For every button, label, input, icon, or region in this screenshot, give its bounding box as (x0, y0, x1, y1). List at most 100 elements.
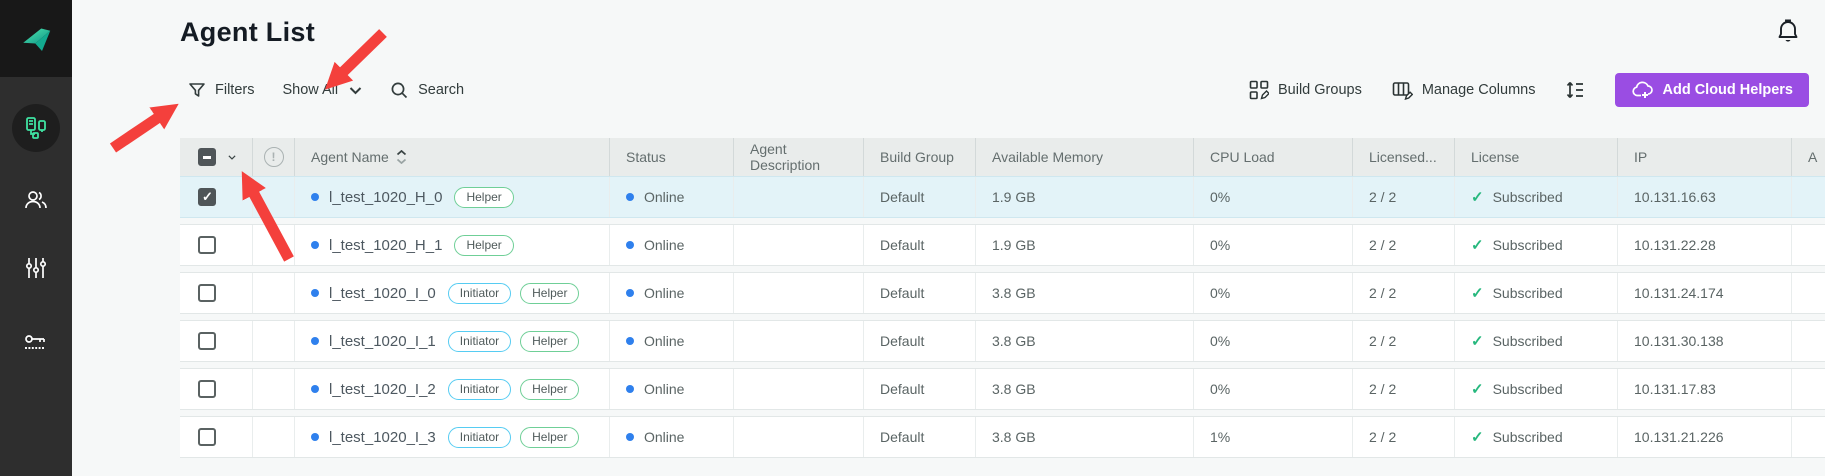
online-dot-icon (626, 385, 634, 393)
sidebar-item-users[interactable] (12, 176, 60, 224)
table-row[interactable]: l_test_1020_I_3 InitiatorHelper Online D… (180, 416, 1825, 458)
column-header-ip[interactable]: IP (1618, 138, 1792, 176)
select-all-checkbox[interactable] (198, 148, 216, 166)
cpu-load: 0% (1194, 177, 1353, 217)
extra-cell (1792, 225, 1825, 265)
status-cell: Online (610, 225, 734, 265)
license-cell: ✓ Subscribed (1455, 273, 1618, 313)
search-icon (390, 81, 409, 100)
build-groups-button[interactable]: Build Groups (1249, 80, 1362, 100)
table-row[interactable]: l_test_1020_H_1 Helper Online Default 1.… (180, 224, 1825, 266)
chevron-down-icon (349, 86, 362, 95)
notifications-button[interactable] (1774, 18, 1802, 46)
agent-name: l_test_1020_I_1 (329, 333, 436, 350)
manage-columns-button[interactable]: Manage Columns (1392, 80, 1536, 100)
add-cloud-helpers-button[interactable]: Add Cloud Helpers (1615, 73, 1809, 107)
status-cell: Online (610, 369, 734, 409)
check-icon: ✓ (1471, 428, 1484, 446)
build-groups-icon (1249, 80, 1269, 100)
check-icon: ✓ (1471, 188, 1484, 206)
column-header-description[interactable]: Agent Description (734, 138, 864, 176)
sliders-icon (23, 255, 49, 281)
row-checkbox[interactable] (198, 188, 216, 206)
agent-description (734, 177, 864, 217)
search-button[interactable]: Search (390, 81, 464, 100)
status-label: Online (644, 189, 684, 205)
build-group: Default (864, 321, 976, 361)
online-dot-icon (626, 241, 634, 249)
cpu-load: 0% (1194, 273, 1353, 313)
agent-dot-icon (311, 385, 319, 393)
status-cell: Online (610, 417, 734, 457)
row-checkbox[interactable] (198, 236, 216, 254)
available-memory: 3.8 GB (976, 273, 1194, 313)
row-checkbox[interactable] (198, 284, 216, 302)
row-checkbox[interactable] (198, 332, 216, 350)
online-dot-icon (626, 337, 634, 345)
role-badges: InitiatorHelper (448, 379, 580, 400)
sort-icon[interactable] (396, 150, 407, 164)
cpu-load: 1% (1194, 417, 1353, 457)
chevron-down-icon[interactable] (228, 153, 236, 162)
ip-address: 10.131.22.28 (1618, 225, 1792, 265)
show-all-label: Show All (282, 82, 338, 98)
column-header-agent-name[interactable]: Agent Name (295, 138, 610, 176)
status-cell: Online (610, 273, 734, 313)
table-row[interactable]: l_test_1020_I_2 InitiatorHelper Online D… (180, 368, 1825, 410)
cpu-load: 0% (1194, 225, 1353, 265)
table-row[interactable]: l_test_1020_H_0 Helper Online Default 1.… (180, 176, 1825, 218)
arrow-to-show-all (342, 33, 383, 73)
role-badges: InitiatorHelper (448, 331, 580, 352)
app-logo[interactable] (0, 0, 72, 77)
status-label: Online (644, 429, 684, 445)
show-all-dropdown[interactable]: Show All (282, 82, 362, 98)
incredibuild-logo-icon (18, 21, 54, 57)
column-header-build-group[interactable]: Build Group (864, 138, 976, 176)
check-icon: ✓ (1471, 332, 1484, 350)
check-icon: ✓ (1471, 380, 1484, 398)
role-badges: Helper (454, 235, 513, 256)
agent-name-cell: l_test_1020_I_0 InitiatorHelper (295, 273, 610, 313)
license-status: Subscribed (1493, 381, 1563, 397)
role-badge: Helper (520, 331, 579, 352)
cloud-plus-icon (1631, 81, 1653, 99)
row-height-icon (1565, 80, 1585, 100)
status-cell: Online (610, 321, 734, 361)
extra-cell (1792, 369, 1825, 409)
license-cell: ✓ Subscribed (1455, 321, 1618, 361)
role-badges: InitiatorHelper (448, 427, 580, 448)
bell-icon (1774, 18, 1802, 46)
agent-dot-icon (311, 241, 319, 249)
licensed-count: 2 / 2 (1353, 321, 1455, 361)
agent-dot-icon (311, 289, 319, 297)
licensed-count: 2 / 2 (1353, 369, 1455, 409)
column-header-licensed[interactable]: Licensed... (1353, 138, 1455, 176)
sidebar-item-agents[interactable] (12, 104, 60, 152)
role-badge: Helper (454, 187, 513, 208)
column-header-cpu[interactable]: CPU Load (1194, 138, 1353, 176)
filters-button[interactable]: Filters (188, 81, 254, 99)
column-header-memory[interactable]: Available Memory (976, 138, 1194, 176)
table-row[interactable]: l_test_1020_I_0 InitiatorHelper Online D… (180, 272, 1825, 314)
row-checkbox[interactable] (198, 428, 216, 446)
column-header-license[interactable]: License (1455, 138, 1618, 176)
ip-address: 10.131.24.174 (1618, 273, 1792, 313)
filter-icon (188, 81, 206, 99)
role-badge: Helper (520, 379, 579, 400)
alert-cell (253, 321, 295, 361)
agent-name: l_test_1020_I_0 (329, 285, 436, 302)
agent-name: l_test_1020_I_3 (329, 429, 436, 446)
table-row[interactable]: l_test_1020_I_1 InitiatorHelper Online D… (180, 320, 1825, 362)
column-header-truncated[interactable]: A (1792, 138, 1825, 176)
column-header-status[interactable]: Status (610, 138, 734, 176)
alert-cell (253, 369, 295, 409)
row-checkbox[interactable] (198, 380, 216, 398)
row-height-button[interactable] (1565, 80, 1585, 100)
sidebar-item-license[interactable] (12, 318, 60, 366)
role-badges: Helper (454, 187, 513, 208)
sidebar-item-settings[interactable] (12, 244, 60, 292)
agent-table: ! Agent Name Status Agent Description Bu… (180, 138, 1825, 458)
online-dot-icon (626, 193, 634, 201)
alert-cell (253, 225, 295, 265)
role-badges: InitiatorHelper (448, 283, 580, 304)
